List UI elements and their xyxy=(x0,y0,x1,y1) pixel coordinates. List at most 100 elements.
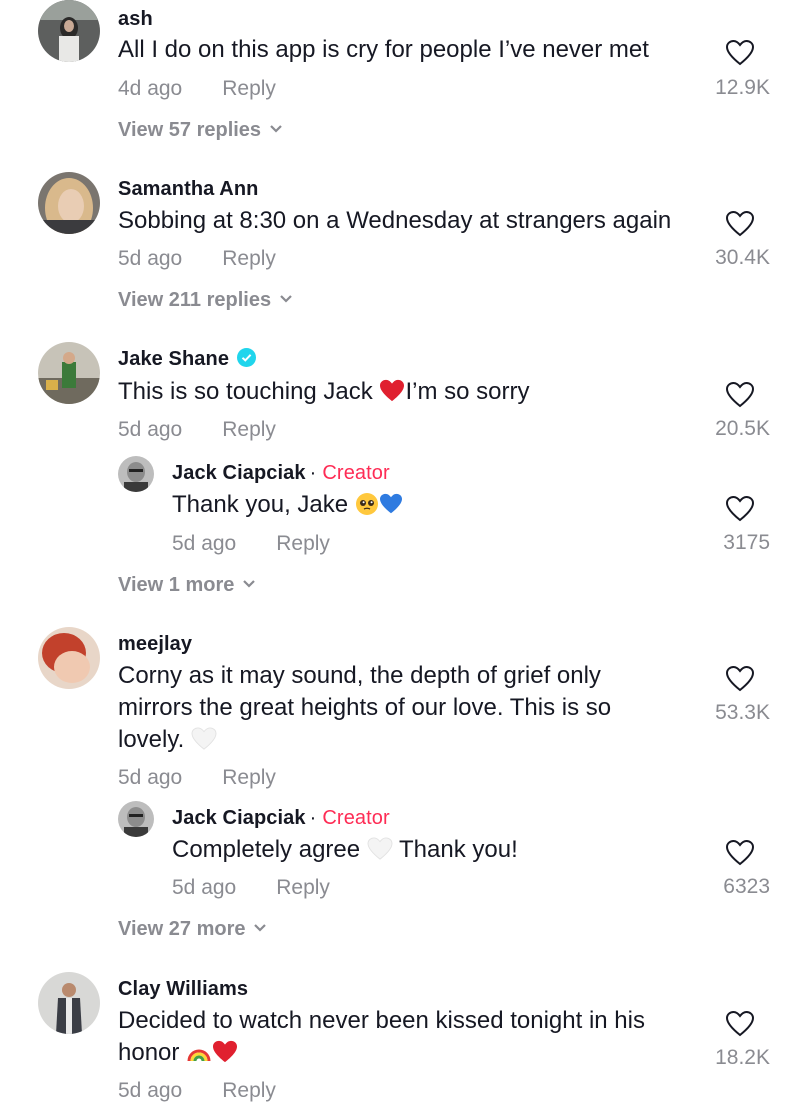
avatar[interactable] xyxy=(38,627,100,689)
reply-button[interactable]: Reply xyxy=(222,247,276,270)
reply-button[interactable]: Reply xyxy=(222,77,276,100)
username-label: Jake Shane xyxy=(118,348,230,370)
avatar[interactable] xyxy=(118,801,154,837)
username[interactable]: meejlay xyxy=(118,633,192,656)
view-replies-label: View 57 replies xyxy=(118,119,262,141)
comment-text: Sobbing at 8:30 on a Wednesday at strang… xyxy=(118,207,672,234)
username[interactable]: Jack Ciapciak · Creator xyxy=(172,807,390,830)
comment-time: 5d ago xyxy=(118,766,183,789)
blue-heart-emoji-icon xyxy=(379,493,402,513)
reply-button[interactable]: Reply xyxy=(276,876,330,899)
comment-meta: 5d ago Reply xyxy=(118,418,276,442)
like-button[interactable]: 6323 xyxy=(680,840,770,900)
username[interactable]: Samantha Ann xyxy=(118,178,258,201)
view-replies-label: View 1 more xyxy=(118,574,235,596)
heart-outline-icon[interactable] xyxy=(726,666,754,692)
pleading-face-emoji-icon xyxy=(355,492,378,515)
like-count: 30.4K xyxy=(715,246,770,269)
reply-text: Completely agree Thank you! xyxy=(172,834,652,866)
comment-time: 4d ago xyxy=(118,77,183,100)
avatar[interactable] xyxy=(38,172,100,234)
verified-badge-icon xyxy=(237,348,257,368)
reply-button[interactable]: Reply xyxy=(222,1079,276,1102)
avatar[interactable] xyxy=(38,342,100,404)
white-heart-emoji-icon xyxy=(367,837,393,860)
heart-outline-icon[interactable] xyxy=(726,496,754,522)
reply-text: Thank you, Jake xyxy=(172,489,652,521)
comment-text-line: lovely. xyxy=(118,726,191,753)
avatar[interactable] xyxy=(38,972,100,1034)
like-button[interactable]: 53.3K xyxy=(680,666,770,726)
heart-outline-icon[interactable] xyxy=(726,211,754,237)
username-label: Jack Ciapciak xyxy=(172,807,306,829)
comment-text-end: I’m so sorry xyxy=(405,378,530,405)
username[interactable]: Jack Ciapciak · Creator xyxy=(172,462,390,485)
separator-dot: · xyxy=(309,807,317,829)
username[interactable]: Jake Shane xyxy=(118,348,257,371)
red-heart-emoji-icon xyxy=(380,379,405,401)
username-label: Jack Ciapciak xyxy=(172,462,306,484)
comment-meta: 5d ago Reply xyxy=(118,247,276,271)
white-heart-emoji-icon xyxy=(191,727,217,750)
comment-time: 5d ago xyxy=(118,247,183,270)
chevron-down-icon xyxy=(254,923,267,932)
view-replies-label: View 211 replies xyxy=(118,289,272,311)
comment-time: 5d ago xyxy=(118,1079,183,1102)
separator-dot: · xyxy=(309,462,317,484)
like-button[interactable]: 3175 xyxy=(680,496,770,556)
comment-text-line: mirrors the great heights of our love. T… xyxy=(118,694,612,721)
comment-text-line: Corny as it may sound, the depth of grie… xyxy=(118,662,601,689)
reply-text-start: Thank you, Jake xyxy=(172,491,355,518)
view-replies-button[interactable]: View 27 more xyxy=(118,918,267,941)
comment-text-line-last: lovely. xyxy=(118,724,658,756)
view-replies-button[interactable]: View 1 more xyxy=(118,574,256,597)
comment-text: This is so touching Jack I’m so sorry xyxy=(118,376,658,408)
comment-meta: 5d ago Reply xyxy=(118,766,276,790)
rainbow-emoji-icon xyxy=(187,1049,211,1061)
reply-meta: 5d ago Reply xyxy=(172,532,330,556)
comment-text-start: This is so touching Jack xyxy=(118,378,380,405)
like-count: 18.2K xyxy=(715,1046,770,1069)
comment-text-line-last: honor xyxy=(118,1037,658,1069)
username[interactable]: Clay Williams xyxy=(118,978,248,1001)
reply-time: 5d ago xyxy=(172,876,237,899)
like-button[interactable]: 20.5K xyxy=(680,382,770,442)
username[interactable]: ash xyxy=(118,8,153,31)
comment-text-line: honor xyxy=(118,1039,187,1066)
reply-button[interactable]: Reply xyxy=(222,418,276,441)
reply-button[interactable]: Reply xyxy=(222,766,276,789)
like-button[interactable]: 12.9K xyxy=(680,40,770,100)
reply-text-start: Completely agree xyxy=(172,836,367,863)
chevron-down-icon xyxy=(243,579,256,588)
heart-outline-icon[interactable] xyxy=(726,40,754,66)
like-count: 53.3K xyxy=(715,701,770,724)
avatar[interactable] xyxy=(118,456,154,492)
like-button[interactable]: 30.4K xyxy=(680,211,770,271)
view-replies-button[interactable]: View 211 replies xyxy=(118,289,293,312)
like-button[interactable]: 18.2K xyxy=(680,1011,770,1071)
reply-text-end: Thank you! xyxy=(392,836,518,863)
creator-tag: Creator xyxy=(322,807,390,829)
reply-time: 5d ago xyxy=(172,532,237,555)
like-count: 6323 xyxy=(723,875,770,898)
comment-text-line: Decided to watch never been kissed tonig… xyxy=(118,1007,645,1034)
view-replies-button[interactable]: View 57 replies xyxy=(118,119,283,142)
reply-button[interactable]: Reply xyxy=(276,532,330,555)
heart-outline-icon[interactable] xyxy=(726,840,754,866)
comment-time: 5d ago xyxy=(118,418,183,441)
heart-outline-icon[interactable] xyxy=(726,1011,754,1037)
comment-meta: 4d ago Reply xyxy=(118,77,276,101)
like-count: 3175 xyxy=(723,531,770,554)
chevron-down-icon xyxy=(270,124,282,133)
like-count: 20.5K xyxy=(715,417,770,440)
comment-text: Corny as it may sound, the depth of grie… xyxy=(118,660,658,756)
heart-outline-icon[interactable] xyxy=(726,382,754,408)
comment-text: All I do on this app is cry for people I… xyxy=(118,36,649,63)
comment-meta: 5d ago Reply xyxy=(118,1079,276,1103)
red-heart-emoji-icon xyxy=(213,1040,238,1062)
avatar[interactable] xyxy=(38,0,100,62)
view-replies-label: View 27 more xyxy=(118,918,246,940)
comment-text: Decided to watch never been kissed tonig… xyxy=(118,1005,658,1069)
reply-meta: 5d ago Reply xyxy=(172,876,330,900)
like-count: 12.9K xyxy=(715,76,770,99)
